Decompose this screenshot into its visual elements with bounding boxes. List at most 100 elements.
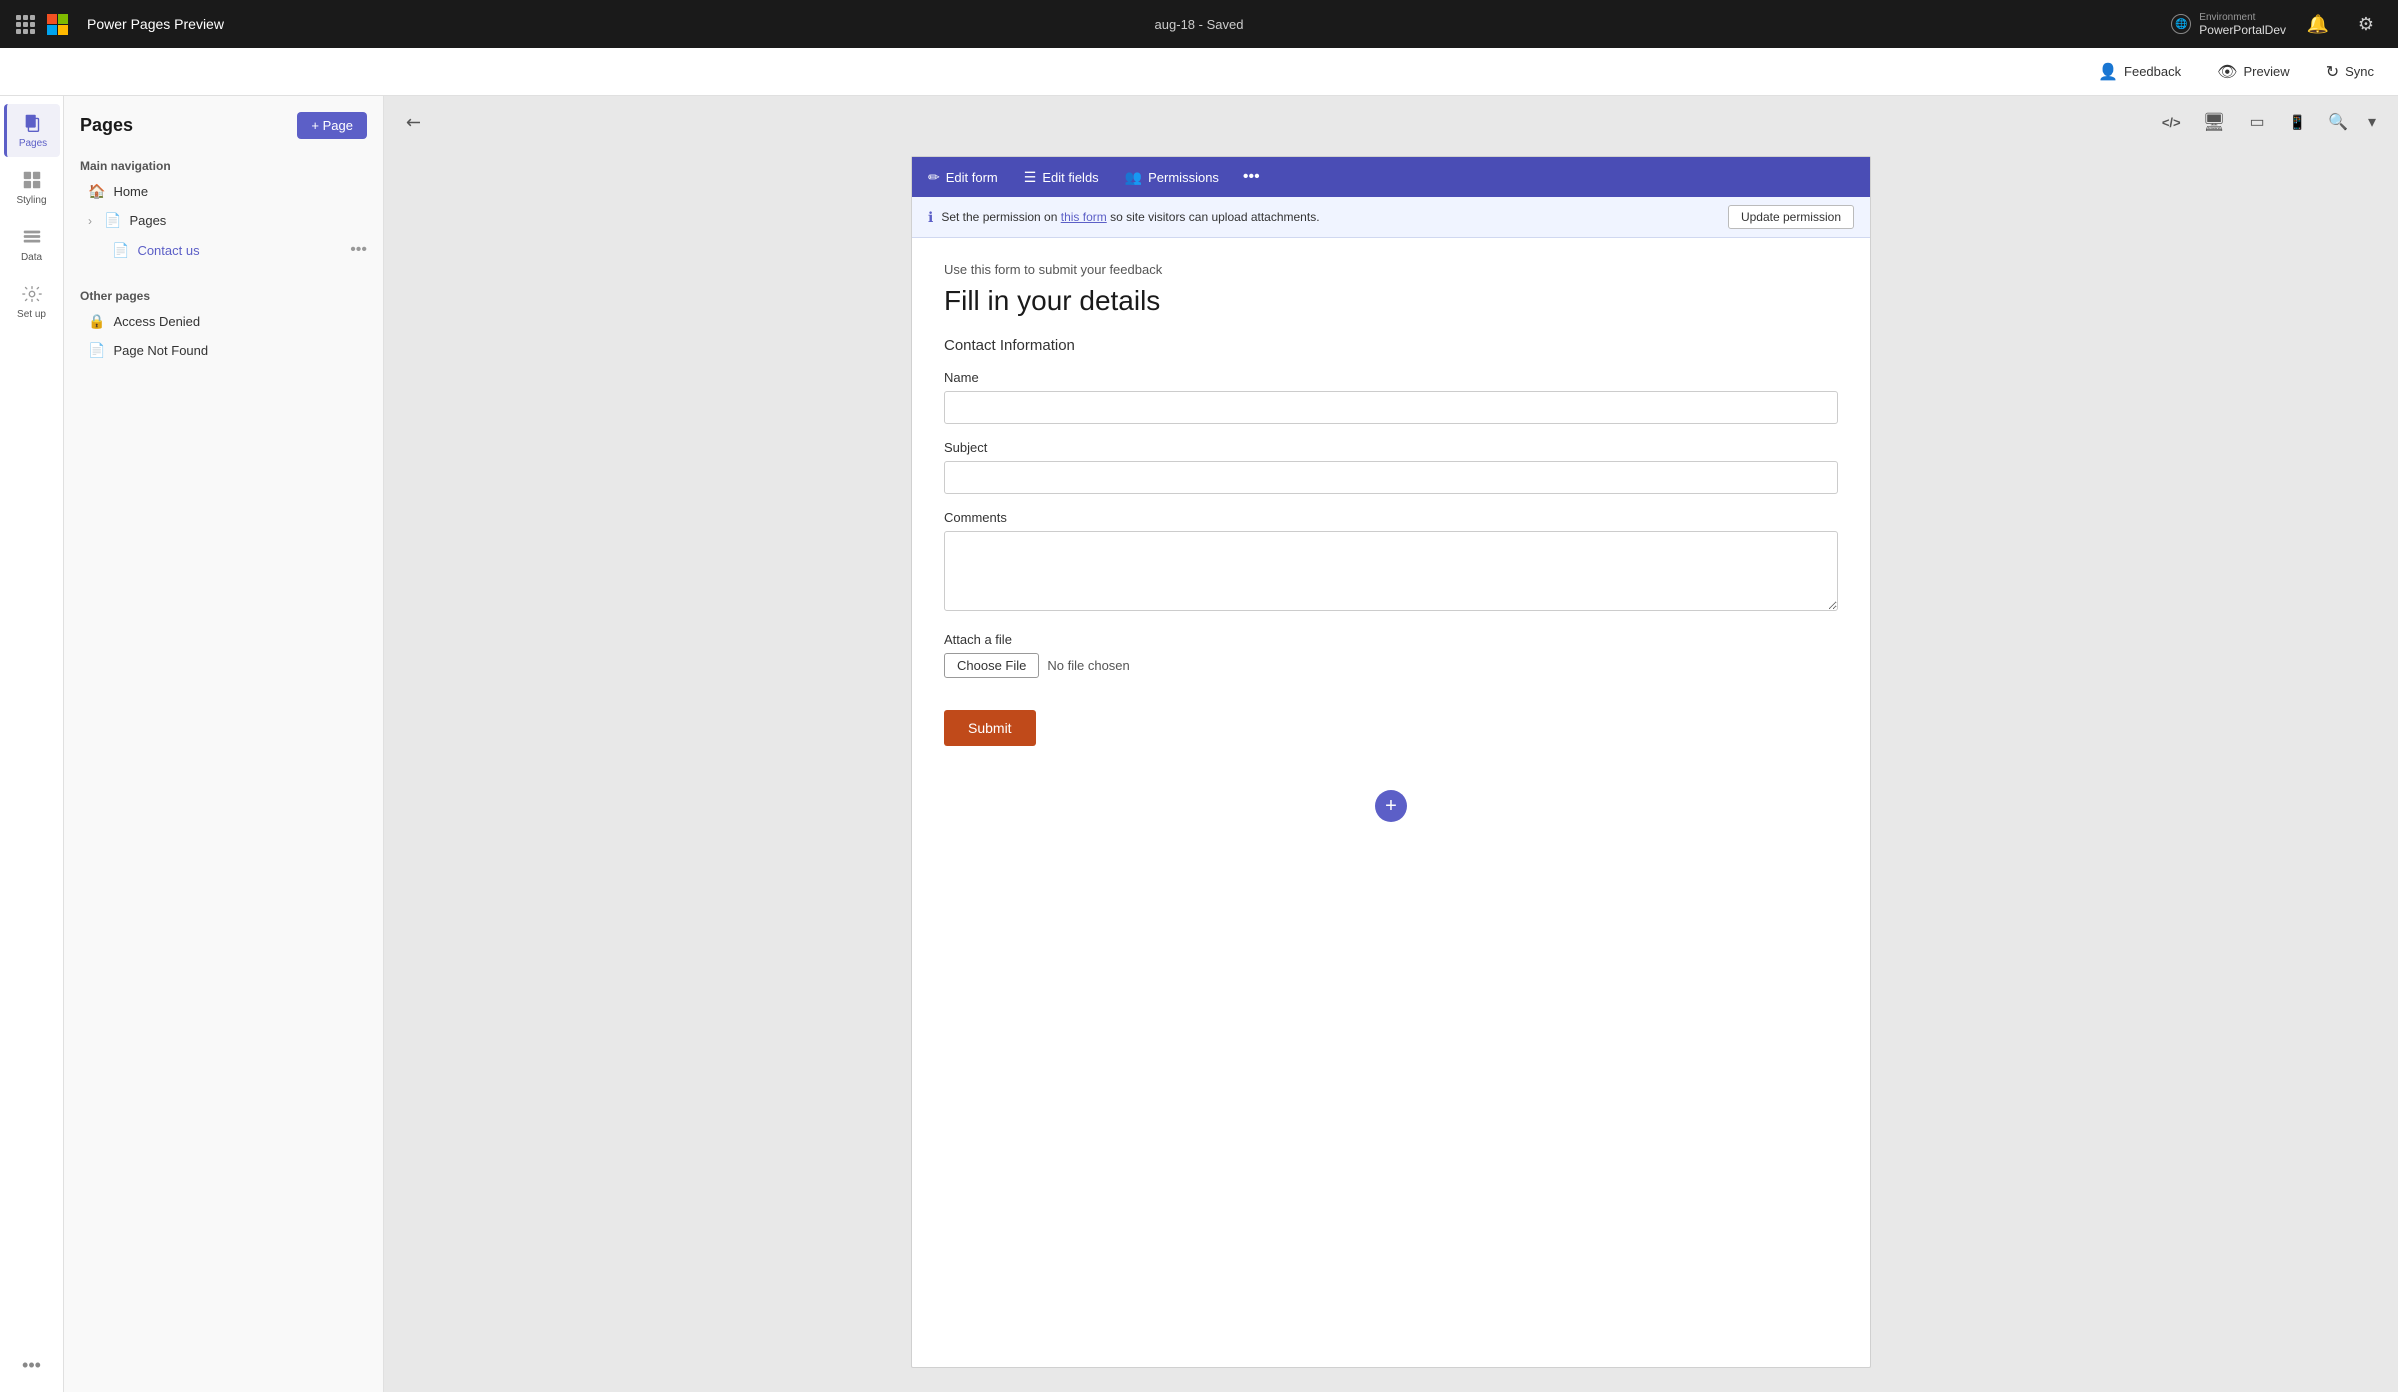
add-section-icon: +: [1385, 795, 1397, 818]
comments-input[interactable]: [944, 531, 1838, 611]
permissions-button[interactable]: 👥 Permissions: [1113, 163, 1231, 192]
sidebar-item-pages[interactable]: Pages: [4, 104, 60, 157]
attach-label: Attach a file: [944, 632, 1838, 647]
nav-item-pages-label: Pages: [129, 213, 166, 228]
nav-item-contact-us-label: Contact us: [137, 243, 199, 258]
preview-label: Preview: [2243, 64, 2289, 79]
nav-item-contact-us[interactable]: 📄 Contact us •••: [64, 235, 383, 265]
permissions-icon: 👥: [1125, 169, 1142, 186]
add-section-row: +: [912, 778, 1870, 834]
canvas-toolbar-left: ↖: [400, 106, 427, 139]
edit-fields-button[interactable]: ☰ Edit fields: [1012, 163, 1111, 192]
subject-label: Subject: [944, 440, 1838, 455]
subject-input[interactable]: [944, 461, 1838, 494]
nav-item-home[interactable]: 🏠 Home: [64, 177, 383, 206]
edit-fields-label: Edit fields: [1042, 170, 1098, 185]
add-section-button[interactable]: +: [1375, 790, 1407, 822]
tablet-view-button[interactable]: ▭: [2241, 108, 2272, 136]
nav-item-page-not-found[interactable]: 📄 Page Not Found: [64, 336, 383, 365]
subject-field: Subject: [944, 440, 1838, 494]
permissions-label: Permissions: [1148, 170, 1219, 185]
page-canvas[interactable]: ✏ Edit form ☰ Edit fields 👥 Permissions …: [384, 148, 2398, 1392]
form-subtitle: Use this form to submit your feedback: [944, 262, 1838, 277]
zoom-dropdown-button[interactable]: ▾: [2362, 106, 2382, 138]
preview-icon: 👁: [2217, 62, 2237, 82]
sidebar-item-data[interactable]: Data: [4, 218, 60, 271]
environment-text: Environment PowerPortalDev: [2199, 12, 2286, 37]
pages-panel-title: Pages: [80, 115, 133, 136]
doc-title: aug-18 - Saved: [1155, 17, 1244, 32]
microsoft-logo: [47, 14, 67, 34]
name-input[interactable]: [944, 391, 1838, 424]
page-content: ✏ Edit form ☰ Edit fields 👥 Permissions …: [911, 156, 1871, 1368]
page-not-found-icon: 📄: [88, 342, 105, 359]
other-pages-section-title: Other pages: [64, 281, 383, 307]
pages-icon: [22, 112, 44, 134]
edit-form-icon: ✏: [928, 169, 940, 186]
secondary-bar-right: 👤 Feedback 👁 Preview ↻ Sync: [2090, 58, 2382, 86]
sync-label: Sync: [2345, 64, 2374, 79]
desktop-view-button[interactable]: 🖥: [2195, 108, 2234, 137]
feedback-button[interactable]: 👤 Feedback: [2090, 58, 2189, 86]
preview-button[interactable]: 👁 Preview: [2209, 58, 2298, 86]
home-icon: 🏠: [88, 183, 105, 200]
secondary-bar: 👤 Feedback 👁 Preview ↻ Sync: [0, 48, 2398, 96]
sidebar-item-styling[interactable]: Styling: [4, 161, 60, 214]
pages-panel-header: Pages + Page: [64, 112, 383, 151]
sidebar-label-data: Data: [21, 252, 42, 263]
no-file-text: No file chosen: [1047, 658, 1129, 673]
sidebar-item-setup[interactable]: Set up: [4, 275, 60, 328]
comments-field: Comments: [944, 510, 1838, 616]
canvas-toolbar-right: </> 🖥 ▭ 📱 🔍 ▾: [2156, 106, 2382, 138]
name-label: Name: [944, 370, 1838, 385]
submit-button[interactable]: Submit: [944, 710, 1036, 746]
environment-name: PowerPortalDev: [2199, 23, 2286, 37]
icon-sidebar: Pages Styling Data Set up: [0, 96, 64, 1392]
form-content: Use this form to submit your feedback Fi…: [912, 238, 1870, 778]
settings-button[interactable]: ⚙: [2350, 8, 2382, 40]
add-page-label: + Page: [311, 118, 353, 133]
environment-label: Environment: [2199, 12, 2286, 23]
add-page-button[interactable]: + Page: [297, 112, 367, 139]
nav-item-pages[interactable]: › 📄 Pages: [64, 206, 383, 235]
top-bar: Power Pages Preview aug-18 - Saved 🌐 Env…: [0, 0, 2398, 48]
choose-file-button[interactable]: Choose File: [944, 653, 1039, 678]
form-section-title: Contact Information: [944, 337, 1838, 354]
this-form-link[interactable]: this form: [1061, 210, 1107, 224]
update-permission-button[interactable]: Update permission: [1728, 205, 1854, 229]
edit-form-button[interactable]: ✏ Edit form: [916, 163, 1010, 192]
form-toolbar-more-button[interactable]: •••: [1233, 162, 1270, 192]
name-field: Name: [944, 370, 1838, 424]
environment-globe-icon: 🌐: [2171, 14, 2191, 34]
access-denied-icon: 🔒: [88, 313, 105, 330]
zoom-button[interactable]: 🔍: [2322, 106, 2354, 138]
environment-info[interactable]: 🌐 Environment PowerPortalDev: [2171, 12, 2286, 37]
edit-fields-icon: ☰: [1024, 169, 1037, 186]
more-icon: •••: [1243, 168, 1260, 185]
nav-item-access-denied-label: Access Denied: [113, 314, 200, 329]
sync-button[interactable]: ↻ Sync: [2318, 58, 2382, 86]
cursor-tool-button[interactable]: ↖: [392, 101, 434, 143]
sync-icon: ↻: [2326, 62, 2339, 82]
waffle-menu-icon[interactable]: [16, 15, 35, 34]
feedback-icon: 👤: [2098, 62, 2118, 82]
form-title: Fill in your details: [944, 285, 1838, 317]
mobile-view-button[interactable]: 📱: [2281, 110, 2314, 135]
code-view-button[interactable]: </>: [2156, 109, 2187, 136]
contact-us-file-icon: 📄: [112, 242, 129, 259]
file-input-row: Choose File No file chosen: [944, 653, 1838, 678]
sidebar-more-button[interactable]: •••: [22, 1355, 41, 1376]
notifications-button[interactable]: 🔔: [2302, 8, 2334, 40]
top-bar-right: 🌐 Environment PowerPortalDev 🔔 ⚙: [2171, 8, 2382, 40]
data-icon: [21, 226, 43, 248]
nav-item-home-label: Home: [113, 184, 148, 199]
canvas-toolbar: ↖ </> 🖥 ▭ 📱 🔍 ▾: [384, 96, 2398, 148]
nav-item-access-denied[interactable]: 🔒 Access Denied: [64, 307, 383, 336]
permission-banner: ℹ Set the permission on this form so sit…: [912, 197, 1870, 238]
main-layout: Pages Styling Data Set up: [0, 96, 2398, 1392]
comments-label: Comments: [944, 510, 1838, 525]
contact-us-more-icon[interactable]: •••: [350, 241, 367, 259]
sidebar-label-pages: Pages: [19, 138, 47, 149]
attach-file-field: Attach a file Choose File No file chosen: [944, 632, 1838, 678]
banner-info-icon: ℹ: [928, 209, 933, 226]
